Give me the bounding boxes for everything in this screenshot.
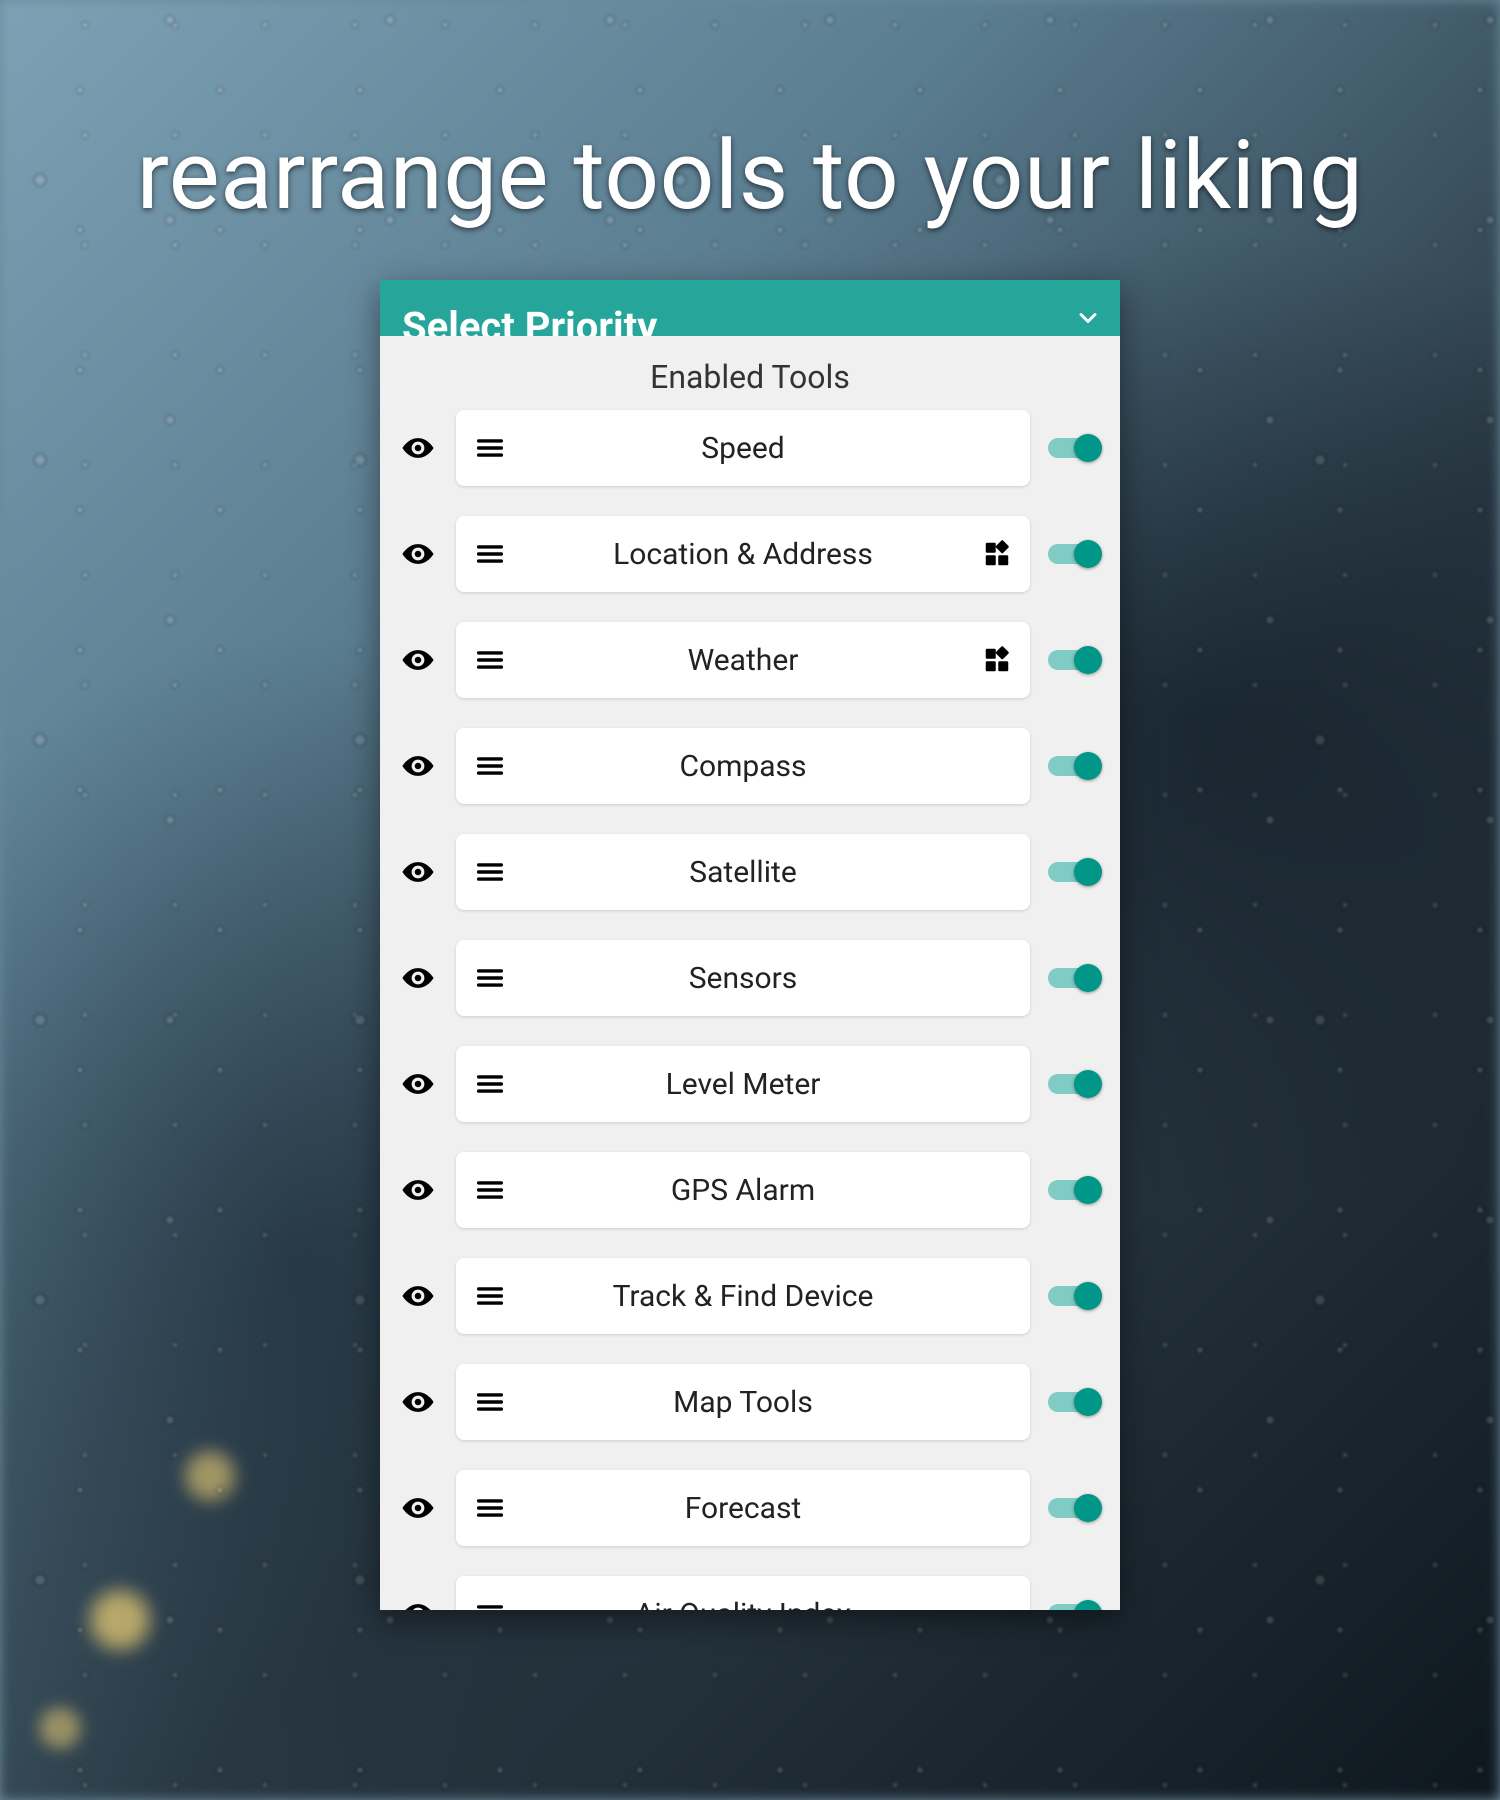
drag-handle-icon[interactable] xyxy=(470,1594,510,1610)
tool-card[interactable]: Location & Address xyxy=(456,516,1030,592)
drag-handle-icon[interactable] xyxy=(470,1488,510,1528)
tool-label: Sensors xyxy=(689,961,798,996)
enable-toggle[interactable] xyxy=(1048,963,1102,993)
enable-toggle[interactable] xyxy=(1048,645,1102,675)
tool-row: Location & Address xyxy=(398,516,1102,592)
enable-toggle[interactable] xyxy=(1048,1387,1102,1417)
app-bar-title: Select Priority xyxy=(402,303,657,336)
widgets-icon[interactable] xyxy=(982,539,1012,569)
widgets-icon[interactable] xyxy=(982,645,1012,675)
drag-handle-icon[interactable] xyxy=(470,534,510,574)
tool-card[interactable]: Weather xyxy=(456,622,1030,698)
drag-handle-icon[interactable] xyxy=(470,428,510,468)
tool-card[interactable]: Air Quality Index xyxy=(456,1576,1030,1610)
tool-label: Compass xyxy=(679,749,806,784)
visibility-icon[interactable] xyxy=(398,1488,438,1528)
app-bar: Select Priority xyxy=(380,280,1120,336)
enable-toggle[interactable] xyxy=(1048,857,1102,887)
enable-toggle[interactable] xyxy=(1048,1493,1102,1523)
tool-label: Forecast xyxy=(685,1491,802,1526)
tool-row: Level Meter xyxy=(398,1046,1102,1122)
tool-card[interactable]: Satellite xyxy=(456,834,1030,910)
tool-card[interactable]: Level Meter xyxy=(456,1046,1030,1122)
tool-card[interactable]: Track & Find Device xyxy=(456,1258,1030,1334)
tool-row: Satellite xyxy=(398,834,1102,910)
tool-label: Weather xyxy=(688,643,799,678)
tool-row: Speed xyxy=(398,410,1102,486)
tool-row: Weather xyxy=(398,622,1102,698)
visibility-icon[interactable] xyxy=(398,534,438,574)
drag-handle-icon[interactable] xyxy=(470,1170,510,1210)
tool-row: Map Tools xyxy=(398,1364,1102,1440)
tool-label: GPS Alarm xyxy=(671,1173,815,1208)
tool-card[interactable]: Sensors xyxy=(456,940,1030,1016)
tool-card[interactable]: Forecast xyxy=(456,1470,1030,1546)
tool-label: Speed xyxy=(701,431,784,466)
tool-label: Air Quality Index xyxy=(635,1597,851,1611)
chevron-down-icon[interactable] xyxy=(1074,304,1102,332)
visibility-icon[interactable] xyxy=(398,746,438,786)
tool-card[interactable]: GPS Alarm xyxy=(456,1152,1030,1228)
visibility-icon[interactable] xyxy=(398,1594,438,1610)
enable-toggle[interactable] xyxy=(1048,1599,1102,1610)
visibility-icon[interactable] xyxy=(398,1382,438,1422)
section-title: Enabled Tools xyxy=(380,336,1120,410)
tool-row: Air Quality Index xyxy=(398,1576,1102,1610)
enable-toggle[interactable] xyxy=(1048,539,1102,569)
drag-handle-icon[interactable] xyxy=(470,1276,510,1316)
visibility-icon[interactable] xyxy=(398,958,438,998)
drag-handle-icon[interactable] xyxy=(470,852,510,892)
tool-row: Sensors xyxy=(398,940,1102,1016)
tool-row: Track & Find Device xyxy=(398,1258,1102,1334)
enable-toggle[interactable] xyxy=(1048,433,1102,463)
drag-handle-icon[interactable] xyxy=(470,958,510,998)
tool-label: Location & Address xyxy=(613,537,873,572)
tool-row: Forecast xyxy=(398,1470,1102,1546)
tool-label: Track & Find Device xyxy=(613,1279,874,1314)
enable-toggle[interactable] xyxy=(1048,751,1102,781)
drag-handle-icon[interactable] xyxy=(470,1064,510,1104)
drag-handle-icon[interactable] xyxy=(470,746,510,786)
tool-label: Level Meter xyxy=(666,1067,821,1102)
drag-handle-icon[interactable] xyxy=(470,640,510,680)
tool-row: GPS Alarm xyxy=(398,1152,1102,1228)
tool-label: Satellite xyxy=(689,855,796,890)
tool-card[interactable]: Compass xyxy=(456,728,1030,804)
tool-card[interactable]: Map Tools xyxy=(456,1364,1030,1440)
visibility-icon[interactable] xyxy=(398,1276,438,1316)
visibility-icon[interactable] xyxy=(398,1064,438,1104)
enable-toggle[interactable] xyxy=(1048,1281,1102,1311)
enable-toggle[interactable] xyxy=(1048,1069,1102,1099)
tool-card[interactable]: Speed xyxy=(456,410,1030,486)
phone-frame: Select Priority Enabled Tools Speed Loca… xyxy=(380,280,1120,1610)
visibility-icon[interactable] xyxy=(398,640,438,680)
visibility-icon[interactable] xyxy=(398,428,438,468)
promo-headline: rearrange tools to your liking xyxy=(0,120,1500,232)
visibility-icon[interactable] xyxy=(398,852,438,892)
visibility-icon[interactable] xyxy=(398,1170,438,1210)
drag-handle-icon[interactable] xyxy=(470,1382,510,1422)
tool-label: Map Tools xyxy=(673,1385,813,1420)
tool-row: Compass xyxy=(398,728,1102,804)
tool-list: Speed Location & Address Weather Compass… xyxy=(380,410,1120,1610)
enable-toggle[interactable] xyxy=(1048,1175,1102,1205)
